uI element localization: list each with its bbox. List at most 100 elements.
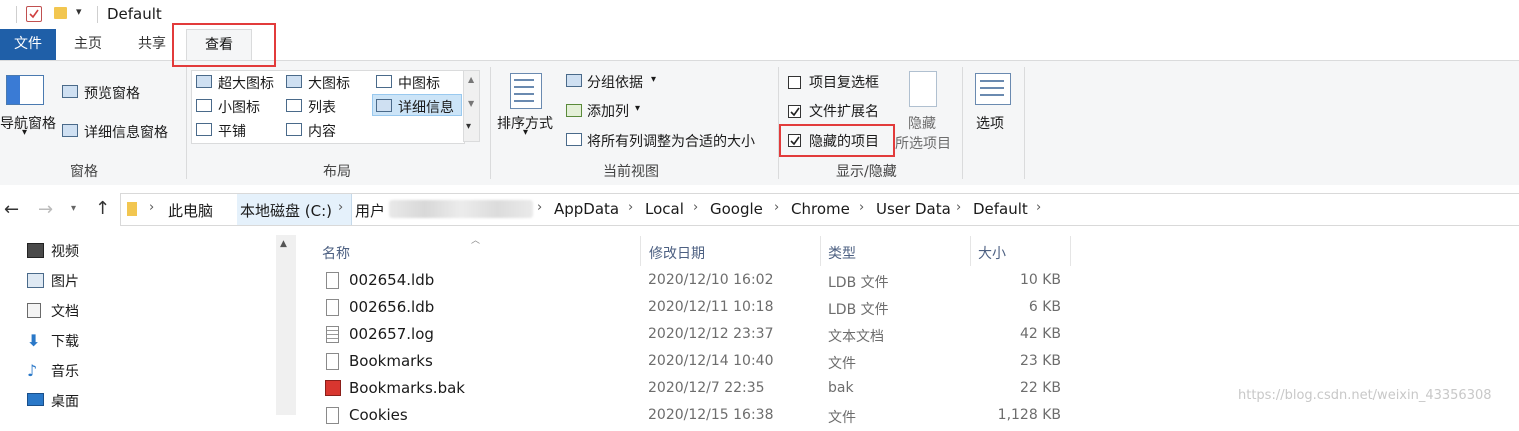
file-name: Cookies xyxy=(349,406,408,424)
tab-file[interactable]: 文件 xyxy=(0,29,56,60)
chevron-right-icon[interactable]: › xyxy=(774,200,779,215)
file-name: Bookmarks xyxy=(349,352,433,370)
chevron-right-icon[interactable]: › xyxy=(859,200,864,215)
crumb-appdata[interactable]: AppData xyxy=(554,200,619,218)
chevron-right-icon[interactable]: › xyxy=(338,200,343,215)
hide-selected-line2[interactable]: 所选项目 xyxy=(895,133,951,153)
layout-large-icons[interactable]: 大图标 xyxy=(308,73,350,93)
nav-item-label: 视频 xyxy=(51,244,79,260)
column-header-name[interactable]: 名称 xyxy=(322,243,350,263)
crumb-chrome[interactable]: Chrome xyxy=(791,200,850,218)
item-checkboxes-checkbox[interactable] xyxy=(788,76,801,89)
options-button[interactable]: 选项 xyxy=(976,113,1004,133)
qat-separator xyxy=(16,6,17,23)
layout-medium-icons[interactable]: 中图标 xyxy=(398,73,440,93)
group-by-icon xyxy=(566,74,582,87)
file-size: 42 KB xyxy=(1019,326,1061,342)
nav-item-label: 图片 xyxy=(51,274,79,290)
column-header-size[interactable]: 大小 xyxy=(978,243,1006,263)
file-row[interactable]: 002656.ldb 2020/12/11 10:18 LDB 文件 6 KB xyxy=(320,296,1080,323)
chevron-right-icon[interactable]: › xyxy=(956,200,961,215)
chevron-right-icon[interactable]: › xyxy=(1036,200,1041,215)
picture-icon xyxy=(27,273,44,288)
column-separator[interactable] xyxy=(820,236,821,266)
scroll-up-icon[interactable]: ▲ xyxy=(280,239,287,249)
file-date: 2020/12/15 16:38 xyxy=(648,407,774,423)
nav-scrollbar[interactable]: ▲ xyxy=(276,235,296,415)
properties-check-icon[interactable] xyxy=(26,6,42,22)
preview-pane-button[interactable]: 预览窗格 xyxy=(84,83,140,103)
details-pane-button[interactable]: 详细信息窗格 xyxy=(84,122,168,142)
file-row[interactable]: 002654.ldb 2020/12/10 16:02 LDB 文件 10 KB xyxy=(320,269,1080,296)
sort-by-icon[interactable] xyxy=(510,73,542,109)
back-arrow-icon[interactable]: ← xyxy=(4,199,19,220)
file-type: 文本文档 xyxy=(828,329,884,345)
file-date: 2020/12/12 23:37 xyxy=(648,326,774,342)
crumb-this-pc[interactable]: 此电脑 xyxy=(168,200,213,221)
group-by-dropdown-icon[interactable]: ▾ xyxy=(651,74,656,85)
add-column-icon xyxy=(566,104,582,117)
nav-pane-dropdown-icon[interactable]: ▾ xyxy=(22,127,27,138)
folder-icon xyxy=(127,202,137,216)
options-icon[interactable] xyxy=(975,73,1011,105)
column-separator[interactable] xyxy=(970,236,971,266)
file-row[interactable]: 002657.log 2020/12/12 23:37 文本文档 42 KB xyxy=(320,323,1080,350)
size-all-columns-button[interactable]: 将所有列调整为合适的大小 xyxy=(587,131,755,151)
scroll-down-icon[interactable]: ▼ xyxy=(468,99,474,108)
file-type: 文件 xyxy=(828,410,856,426)
file-extensions-label[interactable]: 文件扩展名 xyxy=(809,101,879,121)
file-row[interactable]: Bookmarks 2020/12/14 10:40 文件 23 KB xyxy=(320,350,1080,377)
column-separator[interactable] xyxy=(1070,236,1071,266)
column-separator[interactable] xyxy=(640,236,641,266)
layout-extra-large-icons[interactable]: 超大图标 xyxy=(218,73,274,93)
crumb-default[interactable]: Default xyxy=(973,200,1028,218)
add-column-button[interactable]: 添加列 xyxy=(587,101,629,121)
qat-separator xyxy=(97,6,98,23)
gallery-expand-icon[interactable]: ▾ xyxy=(466,121,471,132)
file-date: 2020/12/7 22:35 xyxy=(648,380,765,396)
tab-home[interactable]: 主页 xyxy=(60,29,116,60)
chevron-right-icon[interactable]: › xyxy=(693,200,698,215)
tiles-icon xyxy=(196,123,212,136)
ribbon: 导航窗格 ▾ 预览窗格 详细信息窗格 窗格 超大图标 大图标 中图标 小图标 列… xyxy=(0,60,1519,186)
chevron-right-icon[interactable]: › xyxy=(537,200,542,215)
layout-gallery-scrollbar[interactable]: ▲ ▼ ▾ xyxy=(463,70,480,142)
file-row[interactable]: Bookmarks.bak 2020/12/7 22:35 bak 22 KB xyxy=(320,377,1080,404)
file-extensions-checkbox[interactable] xyxy=(788,105,801,118)
crumb-user-data[interactable]: User Data xyxy=(876,200,951,218)
chevron-right-icon[interactable]: › xyxy=(149,200,154,215)
layout-list[interactable]: 列表 xyxy=(308,97,336,117)
desktop-icon xyxy=(27,393,44,406)
large-icons-icon xyxy=(286,75,302,88)
forward-arrow-icon[interactable]: → xyxy=(38,199,53,220)
item-checkboxes-label[interactable]: 项目复选框 xyxy=(809,72,879,92)
file-type: LDB 文件 xyxy=(828,275,889,291)
hide-selected-line1[interactable]: 隐藏 xyxy=(908,113,936,133)
crumb-users[interactable]: 用户 xyxy=(355,200,385,221)
layout-content[interactable]: 内容 xyxy=(308,121,336,141)
scroll-up-icon[interactable]: ▲ xyxy=(468,75,474,84)
group-by-button[interactable]: 分组依据 xyxy=(587,72,643,92)
nav-pane-icon[interactable] xyxy=(6,75,44,105)
nav-pane-button[interactable]: 导航窗格 xyxy=(0,113,56,133)
file-size: 22 KB xyxy=(1019,380,1061,396)
layout-tiles[interactable]: 平铺 xyxy=(218,121,246,141)
crumb-google[interactable]: Google xyxy=(710,200,763,218)
add-column-dropdown-icon[interactable]: ▾ xyxy=(635,103,640,114)
file-icon xyxy=(326,353,339,370)
up-arrow-icon[interactable]: ↑ xyxy=(95,198,110,219)
crumb-local[interactable]: Local xyxy=(645,200,684,218)
column-header-type[interactable]: 类型 xyxy=(828,243,856,263)
file-row[interactable]: Cookies 2020/12/15 16:38 文件 1,128 KB xyxy=(320,404,1080,431)
qat-customize-icon[interactable]: ▾ xyxy=(76,5,82,18)
new-folder-icon[interactable] xyxy=(54,7,67,19)
layout-small-icons[interactable]: 小图标 xyxy=(218,97,260,117)
sort-by-dropdown-icon[interactable]: ▾ xyxy=(523,127,528,138)
crumb-local-disk-c[interactable]: 本地磁盘 (C:) xyxy=(240,200,332,221)
nav-item-label: 音乐 xyxy=(51,364,79,380)
recent-locations-icon[interactable]: ▾ xyxy=(71,203,76,214)
group-separator xyxy=(490,67,491,179)
column-header-modified[interactable]: 修改日期 xyxy=(649,243,705,263)
chevron-right-icon[interactable]: › xyxy=(628,200,633,215)
layout-details[interactable]: 详细信息 xyxy=(398,97,454,117)
